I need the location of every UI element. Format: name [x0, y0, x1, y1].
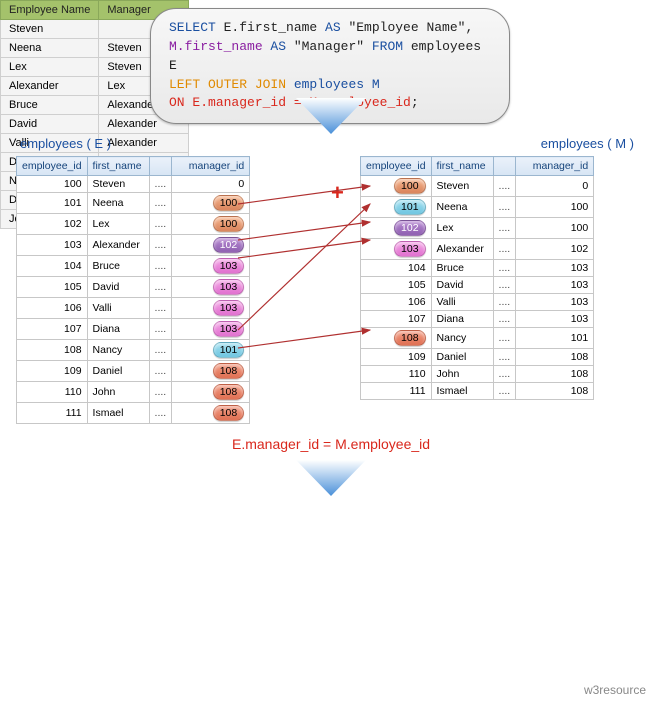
table-row: 109Daniel....108	[361, 349, 594, 366]
table-row: 107Diana....103	[361, 311, 594, 328]
table-row: 108Nancy....101	[17, 340, 250, 361]
col-gap	[493, 157, 516, 176]
table-row: 100Steven....0	[17, 176, 250, 193]
sql-line2: M.first_name AS "Manager" FROM employees…	[169, 38, 491, 76]
col-manager-id: manager_id	[516, 157, 594, 176]
table-row: 111Ismael....108	[17, 403, 250, 424]
table-row: 111Ismael....108	[361, 383, 594, 400]
table-e-title: employees ( E )	[20, 136, 111, 151]
table-row: 105David....103	[361, 277, 594, 294]
table-row: 102Lex....100	[361, 218, 594, 239]
table-row: 110John....108	[17, 382, 250, 403]
table-row: 109Daniel....108	[17, 361, 250, 382]
table-row: 106Valli....103	[361, 294, 594, 311]
col-first-name: first_name	[431, 157, 493, 176]
col-employee-id: employee_id	[17, 157, 88, 176]
table-row: 104Bruce....103	[17, 256, 250, 277]
table-row: 104Bruce....103	[361, 260, 594, 277]
table-row: 102Lex....100	[17, 214, 250, 235]
table-row: 103Alexander....102	[17, 235, 250, 256]
col-employee-name: Employee Name	[1, 1, 99, 20]
table-row: 101Neena....100	[17, 193, 250, 214]
employees-m-table: employee_id first_name manager_id 100Ste…	[360, 156, 594, 400]
watermark-text: w3resource	[584, 683, 646, 697]
table-row: 103Alexander....102	[361, 239, 594, 260]
col-employee-id: employee_id	[361, 157, 432, 176]
table-row: 108Nancy....101	[361, 328, 594, 349]
col-gap	[149, 157, 172, 176]
col-manager-id: manager_id	[172, 157, 250, 176]
sql-line3: LEFT OUTER JOIN employees M	[169, 76, 491, 95]
table-row: 105David....103	[17, 277, 250, 298]
plus-icon: +	[331, 180, 344, 206]
table-row: 106Valli....103	[17, 298, 250, 319]
join-condition-text: E.manager_id = M.employee_id	[232, 436, 430, 452]
fade-overlay	[0, 663, 656, 703]
kw-select: SELECT	[169, 20, 216, 35]
table-row: 101Neena....100	[361, 197, 594, 218]
employees-e-table: employee_id first_name manager_id 100Ste…	[16, 156, 250, 424]
arrow-down-icon	[296, 460, 366, 496]
table-row: 110John....108	[361, 366, 594, 383]
table-row: 107Diana....103	[17, 319, 250, 340]
sql-line1: SELECT E.first_name AS "Employee Name",	[169, 19, 491, 38]
col-first-name: first_name	[87, 157, 149, 176]
table-m-title: employees ( M )	[541, 136, 634, 151]
table-row: 100Steven....0	[361, 176, 594, 197]
